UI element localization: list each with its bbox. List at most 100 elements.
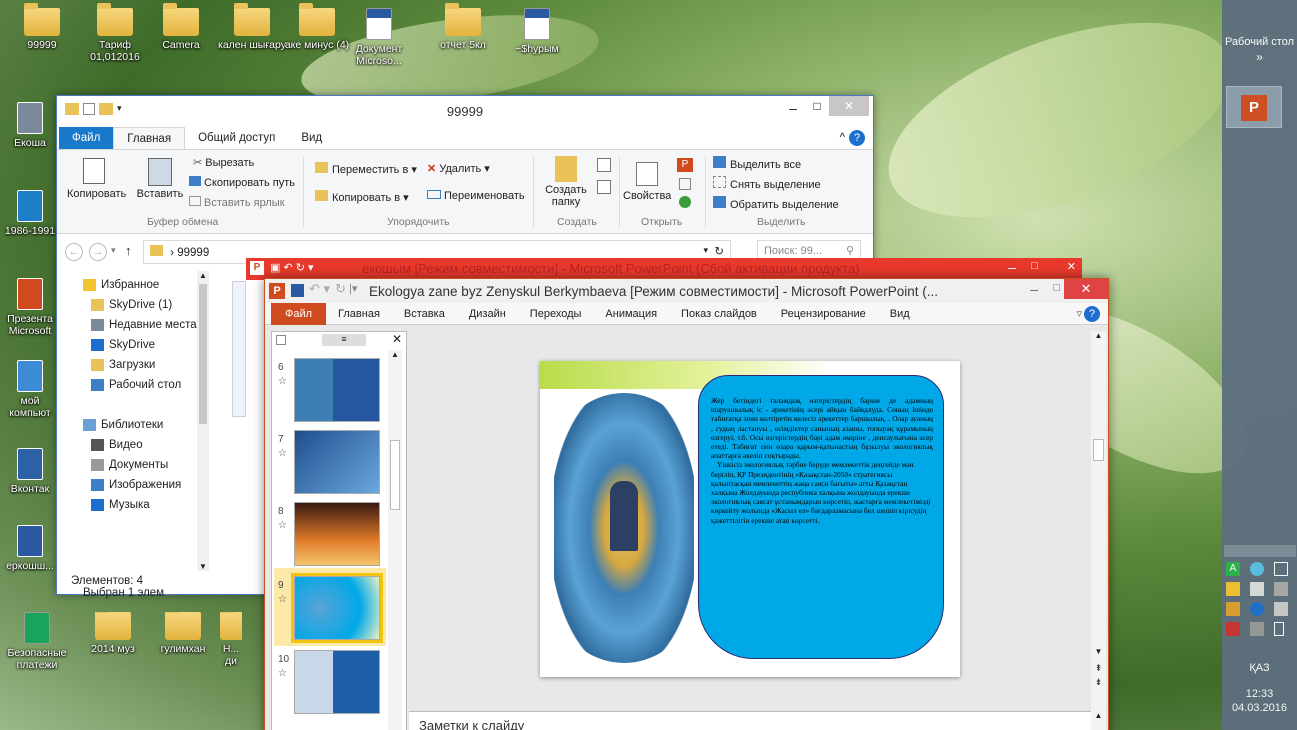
desktop-icon-6[interactable]: Документ Microso...	[342, 8, 416, 67]
notes-scrollbar[interactable]: ▲	[1091, 711, 1106, 730]
tab-slideshow[interactable]: Показ слайдов	[669, 308, 769, 320]
prev-slide-icon[interactable]: ⇞	[1091, 663, 1106, 674]
nav-scrollbar[interactable]: ▲ ▼	[197, 271, 209, 571]
slide-thumbnail-8[interactable]	[294, 502, 380, 566]
easy-access-icon[interactable]	[597, 180, 611, 194]
language-indicator[interactable]: ҚАЗ	[1222, 662, 1297, 674]
open-ppt-icon[interactable]: P	[677, 158, 693, 172]
slide-thumbnail-9[interactable]	[291, 573, 383, 643]
pane-tab-outline[interactable]: ≡	[322, 334, 366, 346]
scroll-thumb[interactable]	[199, 284, 207, 424]
scroll-up-icon[interactable]: ▲	[197, 271, 209, 280]
tab-home[interactable]: Главная	[326, 308, 392, 320]
nav-item-8[interactable]: Видео	[91, 439, 143, 451]
scroll-thumb[interactable]	[390, 440, 400, 510]
text-bubble[interactable]: Жер бетіндегі ғаламдық өзгерістердің бәр…	[698, 375, 944, 659]
ribbon-expand-icon[interactable]: ▿	[1074, 307, 1084, 320]
nav-item-10[interactable]: Изображения	[91, 479, 181, 491]
copy-button[interactable]: Копировать	[67, 158, 126, 200]
desktop-left-icon-2[interactable]: 1986-1991	[0, 190, 60, 237]
ppt-background-window-titlebar[interactable]: P ▣ ↶ ↻ ▾ екошым [Режим совместимости] -…	[246, 258, 1082, 280]
tab-share[interactable]: Общий доступ	[185, 127, 288, 149]
tray-speaker-icon[interactable]	[1274, 602, 1288, 616]
tab-transitions[interactable]: Переходы	[518, 308, 594, 320]
thumb-scrollbar[interactable]: ▲	[388, 350, 402, 730]
tray-warning-icon[interactable]	[1226, 582, 1240, 596]
maximize-button[interactable]: □	[807, 99, 827, 113]
next-slide-icon[interactable]: ⇟	[1091, 677, 1106, 688]
desktop-icon-7[interactable]: отчет 5кл	[426, 3, 500, 51]
tab-design[interactable]: Дизайн	[457, 308, 518, 320]
tray-flag-icon[interactable]	[1226, 622, 1240, 636]
desktop-bottom-icon-2[interactable]: 2014 муз	[78, 612, 148, 655]
file-list-area[interactable]	[232, 281, 246, 417]
desktop-bottom-icon-4[interactable]: Н... ди	[220, 612, 242, 667]
ribbon-collapse-icon[interactable]: ^	[836, 127, 849, 149]
tray-window-icon[interactable]	[1274, 562, 1288, 576]
tray-scroll[interactable]	[1224, 545, 1296, 557]
paste-shortcut-button[interactable]: Вставить ярлык	[189, 196, 285, 209]
help-icon[interactable]: ?	[1084, 305, 1100, 322]
slide-thumbnail-6[interactable]	[294, 358, 380, 422]
nav-item-5[interactable]: Загрузки	[91, 359, 155, 371]
close-button[interactable]: ✕	[829, 96, 869, 116]
ppt-titlebar[interactable]: P ↶ ▾ ↻ |▾ Ekologya zane byz Zenyskul Be…	[265, 279, 1108, 303]
delete-button[interactable]: ✕ Удалить ▾	[427, 162, 490, 175]
move-to-button[interactable]: Переместить в ▾	[315, 162, 417, 176]
select-all-button[interactable]: Выделить все	[713, 156, 801, 171]
notes-pane[interactable]: Заметки к слайду	[409, 711, 1091, 730]
history-icon[interactable]	[679, 196, 691, 208]
nav-item-7[interactable]: Библиотеки	[83, 419, 163, 431]
scroll-up-icon[interactable]: ▲	[1091, 331, 1106, 340]
tray-bluetooth-icon[interactable]	[1250, 602, 1264, 616]
desktop-icon-1[interactable]: 99999	[5, 3, 79, 51]
ppt-close[interactable]: ✕	[1064, 279, 1108, 299]
slide-scrollbar[interactable]: ▲ ▼ ⇞ ⇟	[1091, 331, 1106, 711]
desktop-left-icon-5[interactable]: Вконтак	[0, 448, 60, 495]
paste-button[interactable]: Вставить	[135, 158, 185, 200]
copy-to-button[interactable]: Копировать в ▾	[315, 190, 409, 204]
ppt-maximize[interactable]: □	[1053, 282, 1060, 294]
desktop-icon-2[interactable]: Тариф 01,012016	[78, 3, 152, 63]
refresh-icon[interactable]: ↻	[714, 244, 724, 258]
explorer-titlebar[interactable]: ▾ 99999 – □ ✕	[57, 96, 873, 126]
new-folder-button[interactable]: Создать папку	[541, 156, 591, 208]
tray-battery-icon[interactable]	[1274, 622, 1284, 636]
desktop-icon-4[interactable]: кален шығару	[215, 3, 289, 51]
tab-file[interactable]: Файл	[271, 302, 327, 325]
desktop-left-icon-4[interactable]: мой компьют	[0, 360, 60, 419]
new-item-icon[interactable]	[597, 158, 611, 172]
copy-path-button[interactable]: Скопировать путь	[189, 176, 295, 189]
tab-insert[interactable]: Вставка	[392, 308, 457, 320]
toolbar-label[interactable]: Рабочий стол	[1222, 36, 1297, 48]
nav-item-6[interactable]: Рабочий стол	[91, 379, 181, 391]
slide-thumbnail-10[interactable]	[294, 650, 380, 714]
nav-item-11[interactable]: Музыка	[91, 499, 150, 511]
breadcrumb[interactable]: 99999	[177, 247, 209, 259]
desktop-bottom-icon-3[interactable]: гулимхан	[148, 612, 218, 655]
search-icon[interactable]: ⚲	[846, 244, 854, 257]
back-button[interactable]: ←	[65, 243, 83, 261]
scroll-down-icon[interactable]: ▼	[197, 562, 209, 571]
customize-qat-icon[interactable]: |▾	[349, 282, 357, 295]
scroll-down-icon[interactable]: ▼	[1091, 647, 1106, 656]
undo-icon[interactable]: ↶ ▾	[309, 281, 330, 297]
nav-item-4[interactable]: SkyDrive	[91, 339, 155, 351]
tray-usb-icon[interactable]	[1274, 582, 1288, 596]
help-icon[interactable]: ?	[849, 130, 865, 146]
desktop-icon-8[interactable]: ~$һурым	[500, 8, 574, 55]
tray-network-icon[interactable]	[1250, 622, 1264, 636]
scroll-up-icon[interactable]: ▲	[388, 350, 402, 359]
ppt-back-maximize[interactable]: □	[1031, 260, 1038, 272]
recent-dropdown[interactable]: ▾	[111, 245, 116, 256]
properties-button[interactable]: Свойства	[623, 162, 671, 202]
ppt-back-close[interactable]: ✕	[1067, 260, 1076, 273]
clock-date[interactable]: 04.03.2016	[1222, 702, 1297, 714]
tab-view[interactable]: Вид	[288, 127, 335, 149]
pane-close-icon[interactable]: ✕	[392, 332, 402, 346]
tray-net-icon[interactable]	[1250, 562, 1264, 576]
nav-item-9[interactable]: Документы	[91, 459, 168, 471]
pane-tab-slides[interactable]	[276, 335, 286, 345]
current-slide[interactable]: Жер бетіндегі ғаламдық өзгерістердің бәр…	[540, 361, 960, 677]
select-none-button[interactable]: Снять выделение	[713, 176, 821, 191]
